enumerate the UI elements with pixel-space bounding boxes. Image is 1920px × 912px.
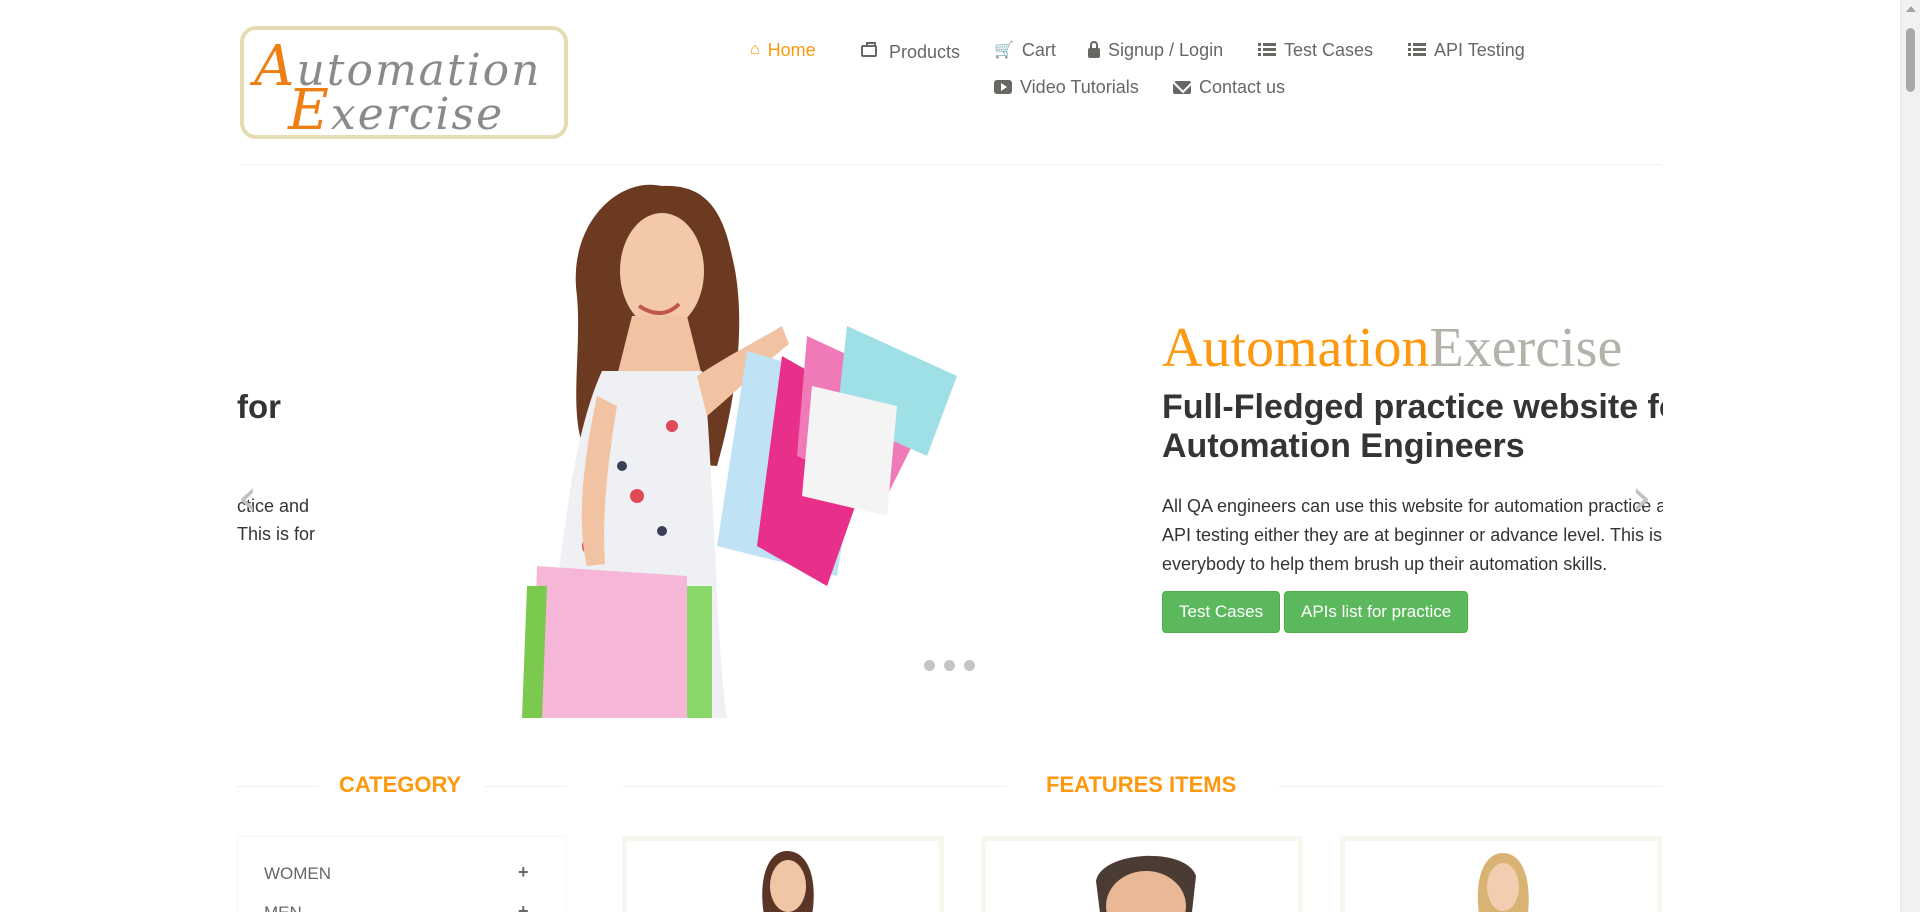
envelope-icon [1173,80,1191,94]
slide-heading: Full-Fledged practice website for Automa… [1162,388,1663,466]
product-card[interactable] [981,836,1303,912]
lock-icon [1088,41,1100,58]
plus-icon[interactable]: + [518,901,529,912]
carousel-indicators [924,660,975,671]
brand-exercise: Exercise [1429,317,1623,379]
list-icon [1408,43,1426,57]
nav-video-tutorials[interactable]: Video Tutorials [994,73,1139,101]
header-divider [240,164,1662,165]
nav-home-label: Home [767,39,816,60]
home-icon: ⌂ [750,41,760,58]
plus-icon[interactable]: + [518,862,529,883]
brand-automation: Automation [1162,317,1430,379]
slide-heading-line: Full-Fledged practice website for [1162,388,1663,426]
hero-carousel: for ctice and This is for AutomationExer… [237,166,1663,718]
list-icon [1258,43,1276,57]
nav-home[interactable]: ⌂ Home [750,36,816,64]
briefcase-icon [861,42,877,57]
youtube-icon [994,80,1012,94]
product-image [1096,855,1196,912]
slide-text-line: API testing either they are at beginner … [1162,525,1663,545]
product-image [1477,853,1529,912]
test-cases-button[interactable]: Test Cases [1162,591,1281,633]
cart-icon: 🛒 [994,42,1014,59]
nav-api-testing[interactable]: API Testing [1408,36,1525,64]
category-panel: Women + Men + [237,836,567,912]
carousel-prev-arrow-icon[interactable]: ‹ [237,472,258,524]
logo-cap-e: E [288,78,331,139]
product-image [762,851,814,912]
features-title-rule [622,786,1006,787]
nav-api-testing-label: API Testing [1434,39,1525,60]
logo-text-2: xercise [330,89,505,139]
nav-products-label: Products [889,41,961,62]
previous-slide-heading: for [237,388,281,425]
nav-login-label: Signup / Login [1108,39,1224,60]
carousel-next-arrow-icon[interactable]: › [1631,472,1652,524]
carousel-dot[interactable] [924,660,935,671]
hero-model-image [522,184,957,718]
product-card[interactable] [622,836,944,912]
carousel-dot[interactable] [944,660,955,671]
page-scrollbar[interactable] [1900,0,1920,912]
features-title: Features Items [1046,772,1237,797]
carousel-dot[interactable] [964,660,975,671]
scroll-up-arrow-icon[interactable] [1906,6,1916,12]
slide-heading-line: Automation Engineers [1162,427,1525,465]
category-item-women[interactable]: Women [264,864,331,884]
site-logo[interactable]: Automation Exercise [240,26,568,139]
nav-test-cases-label: Test Cases [1284,39,1374,60]
nav-video-label: Video Tutorials [1020,76,1139,97]
nav-cart-label: Cart [1021,39,1056,60]
nav-contact-us[interactable]: Contact us [1173,73,1285,101]
product-card[interactable] [1340,836,1662,912]
slide-description: All QA engineers can use this website fo… [1162,492,1663,579]
category-title-rule [237,786,319,787]
nav-signup-login[interactable]: Signup / Login [1088,36,1223,64]
nav-test-cases[interactable]: Test Cases [1258,36,1373,64]
category-item-men[interactable]: Men [264,903,302,912]
scrollbar-thumb[interactable] [1906,28,1915,92]
nav-products[interactable]: Products [861,38,960,66]
slide-text-line: All QA engineers can use this website fo… [1162,496,1663,516]
category-title-rule [485,786,567,787]
features-title-rule [1278,786,1662,787]
nav-contact-label: Contact us [1199,76,1286,97]
apis-list-button[interactable]: APIs list for practice [1284,591,1469,633]
logo-line-2: Exercise [288,78,505,139]
slide-brand-title: AutomationExercise [1162,316,1622,380]
slide-text-line: everybody to help them brush up their au… [1162,554,1608,574]
category-title: Category [339,772,462,797]
nav-cart[interactable]: 🛒 Cart [994,36,1056,64]
